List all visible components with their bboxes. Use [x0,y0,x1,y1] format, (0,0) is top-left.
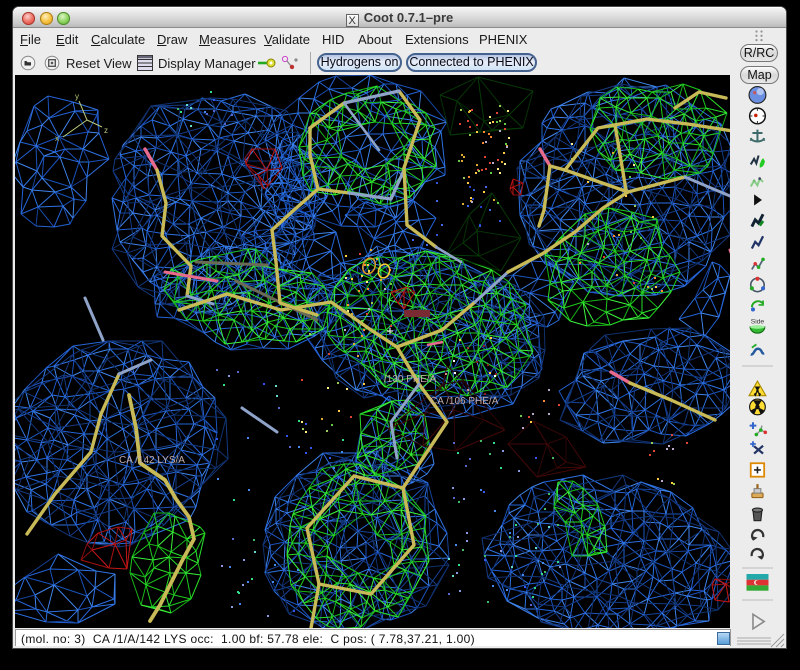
svg-text:CA /142 LYS/A: CA /142 LYS/A [119,455,185,466]
svg-text:z: z [104,126,108,135]
svg-text:CA /106 PHE/A: CA /106 PHE/A [430,396,499,407]
svg-text:/130 PHE/A: /130 PHE/A [384,374,437,385]
svg-text:y: y [75,92,79,101]
svg-text:x: x [55,134,59,143]
